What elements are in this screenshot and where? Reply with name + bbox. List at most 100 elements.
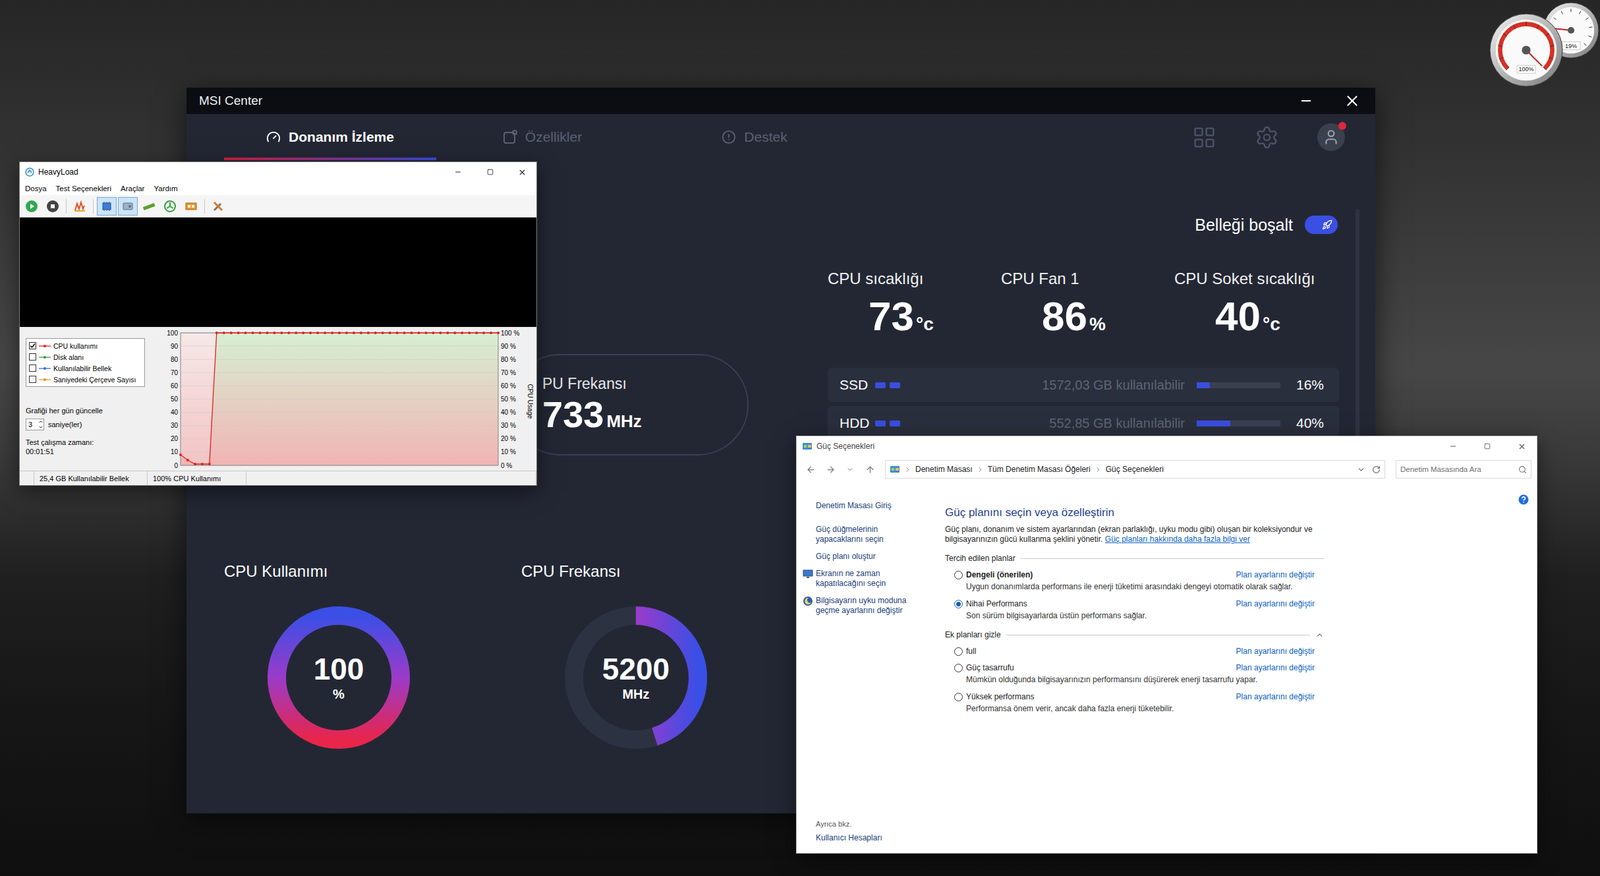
breadcrumb-item[interactable]: Denetim Masası bbox=[915, 464, 973, 474]
meter-gadget[interactable]: 19%100% bbox=[1487, 0, 1600, 89]
plan-radio[interactable] bbox=[954, 663, 963, 673]
help-icon[interactable] bbox=[1516, 492, 1531, 507]
left-tick: 50 bbox=[170, 395, 179, 403]
maximize-button[interactable] bbox=[1472, 436, 1503, 457]
sidebar-label: Güç düğmelerinin yapacaklarını seçin bbox=[815, 524, 915, 545]
toolbar-button[interactable] bbox=[117, 197, 138, 216]
maximize-button[interactable] bbox=[475, 162, 505, 182]
plan-header: Güç tasarrufuPlan ayarlarını değiştir bbox=[954, 662, 1315, 673]
up-button[interactable] bbox=[861, 460, 879, 478]
tab[interactable]: Destek bbox=[648, 114, 861, 161]
up-icon[interactable] bbox=[38, 419, 44, 425]
checkbox[interactable] bbox=[28, 364, 37, 372]
plan-name[interactable]: Dengeli (önerilen) bbox=[966, 570, 1233, 580]
checkbox[interactable] bbox=[28, 353, 37, 361]
data-point bbox=[345, 331, 348, 335]
toolbar-button[interactable] bbox=[69, 197, 90, 216]
recent-button[interactable] bbox=[841, 460, 859, 478]
section-header[interactable]: Ek planları gizle bbox=[944, 629, 1324, 640]
data-point bbox=[272, 331, 276, 335]
sidebar-item[interactable]: Güç düğmelerinin yapacaklarını seçin bbox=[815, 524, 930, 545]
plan-radio[interactable] bbox=[954, 692, 963, 702]
dial-tick bbox=[1545, 33, 1549, 37]
legend-item[interactable]: CPU kullanımı bbox=[28, 340, 142, 352]
toolbar-button[interactable] bbox=[21, 197, 42, 216]
learn-more-link[interactable]: Güç planları hakkında daha fazla bilgi v… bbox=[1105, 534, 1251, 544]
breadcrumb-item[interactable]: Güç Seçenekleri bbox=[1105, 464, 1164, 474]
plan-name[interactable]: full bbox=[966, 646, 1233, 656]
checkbox[interactable] bbox=[28, 342, 37, 350]
sidebar-item[interactable]: Ekranın ne zaman kapatılacağını seçin bbox=[815, 568, 930, 589]
toolbar-button[interactable] bbox=[160, 197, 180, 216]
toolbar-button[interactable] bbox=[139, 197, 159, 216]
separator-icon bbox=[1094, 465, 1102, 474]
close-button[interactable] bbox=[1506, 436, 1537, 457]
down-icon[interactable] bbox=[38, 424, 44, 430]
minimize-button[interactable] bbox=[1283, 87, 1330, 115]
toolbar-button[interactable] bbox=[181, 197, 201, 216]
tab[interactable]: Özellikler bbox=[436, 114, 649, 161]
minimize-button[interactable] bbox=[443, 162, 472, 182]
free-memory-toggle[interactable] bbox=[1304, 215, 1338, 234]
legend-item[interactable]: Kullanılabilir Bellek bbox=[28, 362, 142, 374]
minimize-button[interactable] bbox=[1437, 436, 1469, 457]
close-button[interactable] bbox=[1329, 87, 1376, 115]
legend-item[interactable]: Saniyedeki Çerçeve Sayısı bbox=[28, 373, 142, 385]
refresh-icon[interactable] bbox=[1371, 465, 1381, 474]
gear-icon[interactable] bbox=[1254, 125, 1280, 150]
tab-label: Destek bbox=[743, 129, 787, 145]
menu-item[interactable]: Dosya bbox=[20, 184, 52, 193]
data-point bbox=[424, 331, 428, 335]
data-point bbox=[381, 331, 385, 335]
toolbar-button[interactable] bbox=[42, 197, 63, 216]
plan-settings-link[interactable]: Plan ayarlarını değiştir bbox=[1236, 570, 1315, 580]
plan-radio[interactable] bbox=[954, 599, 963, 609]
plan-header: Dengeli (önerilen)Plan ayarlarını değişt… bbox=[954, 570, 1315, 580]
see-also-link[interactable]: Kullanıcı Hesapları bbox=[815, 832, 930, 843]
avatar-button[interactable] bbox=[1317, 123, 1345, 151]
drive-usage-bar bbox=[1196, 420, 1281, 427]
breadcrumb-item[interactable]: Tüm Denetim Masası Öğeleri bbox=[987, 464, 1091, 474]
forward-button[interactable] bbox=[821, 460, 839, 478]
plan-section: Ek planları gizlefullPlan ayarlarını değ… bbox=[944, 629, 1324, 714]
tab[interactable]: Donanım İzleme bbox=[224, 114, 437, 161]
back-button[interactable] bbox=[801, 460, 820, 478]
grid-icon[interactable] bbox=[1192, 125, 1217, 150]
legend-item[interactable]: Disk alanı bbox=[28, 351, 142, 363]
sidebar-item[interactable]: Bilgisayarın uyku moduna geçme ayarların… bbox=[815, 595, 930, 616]
checkbox[interactable] bbox=[28, 375, 37, 383]
plan-name[interactable]: Güç tasarrufu bbox=[966, 662, 1233, 673]
plan: Yüksek performansPlan ayarlarını değişti… bbox=[944, 691, 1324, 714]
plan-name[interactable]: Yüksek performans bbox=[966, 691, 1233, 702]
grid-line bbox=[180, 345, 499, 347]
data-point bbox=[453, 331, 457, 335]
drive-mark bbox=[889, 420, 901, 427]
toolbar-button[interactable] bbox=[96, 197, 117, 216]
spinner-arrows[interactable] bbox=[38, 419, 44, 430]
history-icon[interactable] bbox=[1356, 465, 1366, 474]
menu-item[interactable]: Araçlar bbox=[115, 184, 149, 193]
drive-usage-reading: 16% bbox=[1280, 376, 1324, 393]
dial-tick bbox=[1585, 17, 1589, 20]
plan-settings-link[interactable]: Plan ayarlarını değiştir bbox=[1236, 646, 1315, 656]
sidebar-item[interactable]: Denetim Masası Giriş bbox=[815, 500, 930, 511]
gauge-value: 5200 bbox=[602, 653, 670, 685]
plan-settings-link[interactable]: Plan ayarlarını değiştir bbox=[1236, 599, 1315, 609]
close-button[interactable] bbox=[508, 162, 537, 182]
plan-name[interactable]: Nihai Performans bbox=[966, 599, 1233, 609]
plan-radio[interactable] bbox=[954, 647, 963, 656]
address-bar[interactable]: Denetim Masası Tüm Denetim Masası Öğeleri… bbox=[885, 459, 1386, 479]
drive-usage-bar bbox=[1196, 382, 1281, 389]
menu-item[interactable]: Yardım bbox=[148, 184, 182, 193]
search-field[interactable]: Denetim Masasında Ara bbox=[1395, 459, 1532, 479]
plan-settings-link[interactable]: Plan ayarlarını değiştir bbox=[1236, 691, 1315, 702]
plan-radio[interactable] bbox=[954, 570, 963, 580]
sidebar-item[interactable]: Güç planı oluştur bbox=[815, 551, 930, 562]
data-point bbox=[388, 331, 392, 335]
plan-settings-link[interactable]: Plan ayarlarını değiştir bbox=[1236, 662, 1315, 673]
interval-spinner[interactable]: 3 bbox=[25, 418, 45, 431]
menu-item[interactable]: Test Seçenekleri bbox=[51, 184, 116, 193]
toolbar-button[interactable] bbox=[208, 197, 229, 216]
left-tick: 100 bbox=[166, 329, 178, 337]
collapse-icon[interactable] bbox=[1315, 630, 1324, 640]
